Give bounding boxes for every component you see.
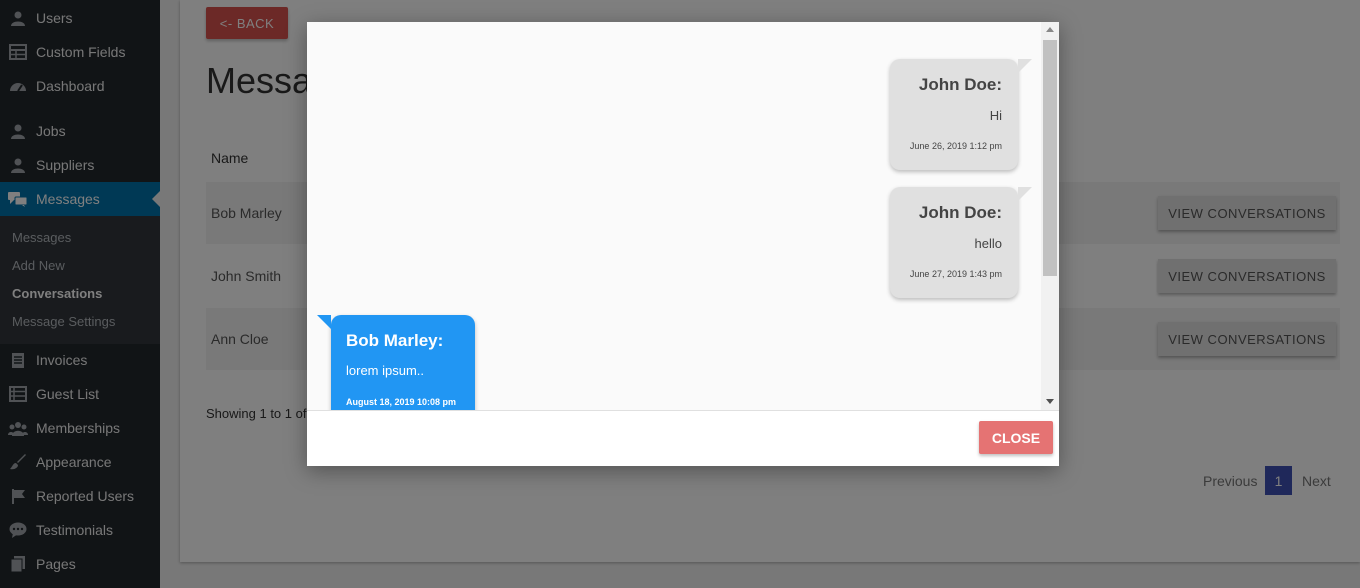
scrollbar-thumb[interactable] [1043, 40, 1057, 276]
message-bubble: John Doe: Hi June 26, 2019 1:12 pm [890, 59, 1032, 170]
message-bubble: Bob Marley: lorem ipsum.. August 18, 201… [317, 315, 475, 410]
conversation-modal: John Doe: Hi June 26, 2019 1:12 pm John … [307, 22, 1059, 466]
message-bubble: John Doe: hello June 27, 2019 1:43 pm [890, 187, 1032, 298]
message-sender: Bob Marley: [346, 331, 444, 350]
scrollbar[interactable] [1041, 22, 1059, 410]
message-sender: John Doe: [918, 203, 1002, 222]
message-time: August 18, 2019 10:08 pm [346, 397, 457, 407]
conversation-thread[interactable]: John Doe: Hi June 26, 2019 1:12 pm John … [307, 22, 1041, 410]
message-text: Hi [989, 108, 1002, 123]
close-button[interactable]: CLOSE [979, 421, 1053, 454]
scroll-up-arrow-icon[interactable] [1046, 27, 1054, 32]
modal-footer: CLOSE [307, 410, 1059, 466]
message-text: hello [974, 236, 1002, 251]
scroll-down-arrow-icon[interactable] [1046, 399, 1054, 404]
message-sender: John Doe: [918, 75, 1002, 94]
message-time: June 27, 2019 1:43 pm [909, 269, 1002, 279]
message-time: June 26, 2019 1:12 pm [909, 141, 1002, 151]
message-text: lorem ipsum.. [346, 363, 425, 378]
